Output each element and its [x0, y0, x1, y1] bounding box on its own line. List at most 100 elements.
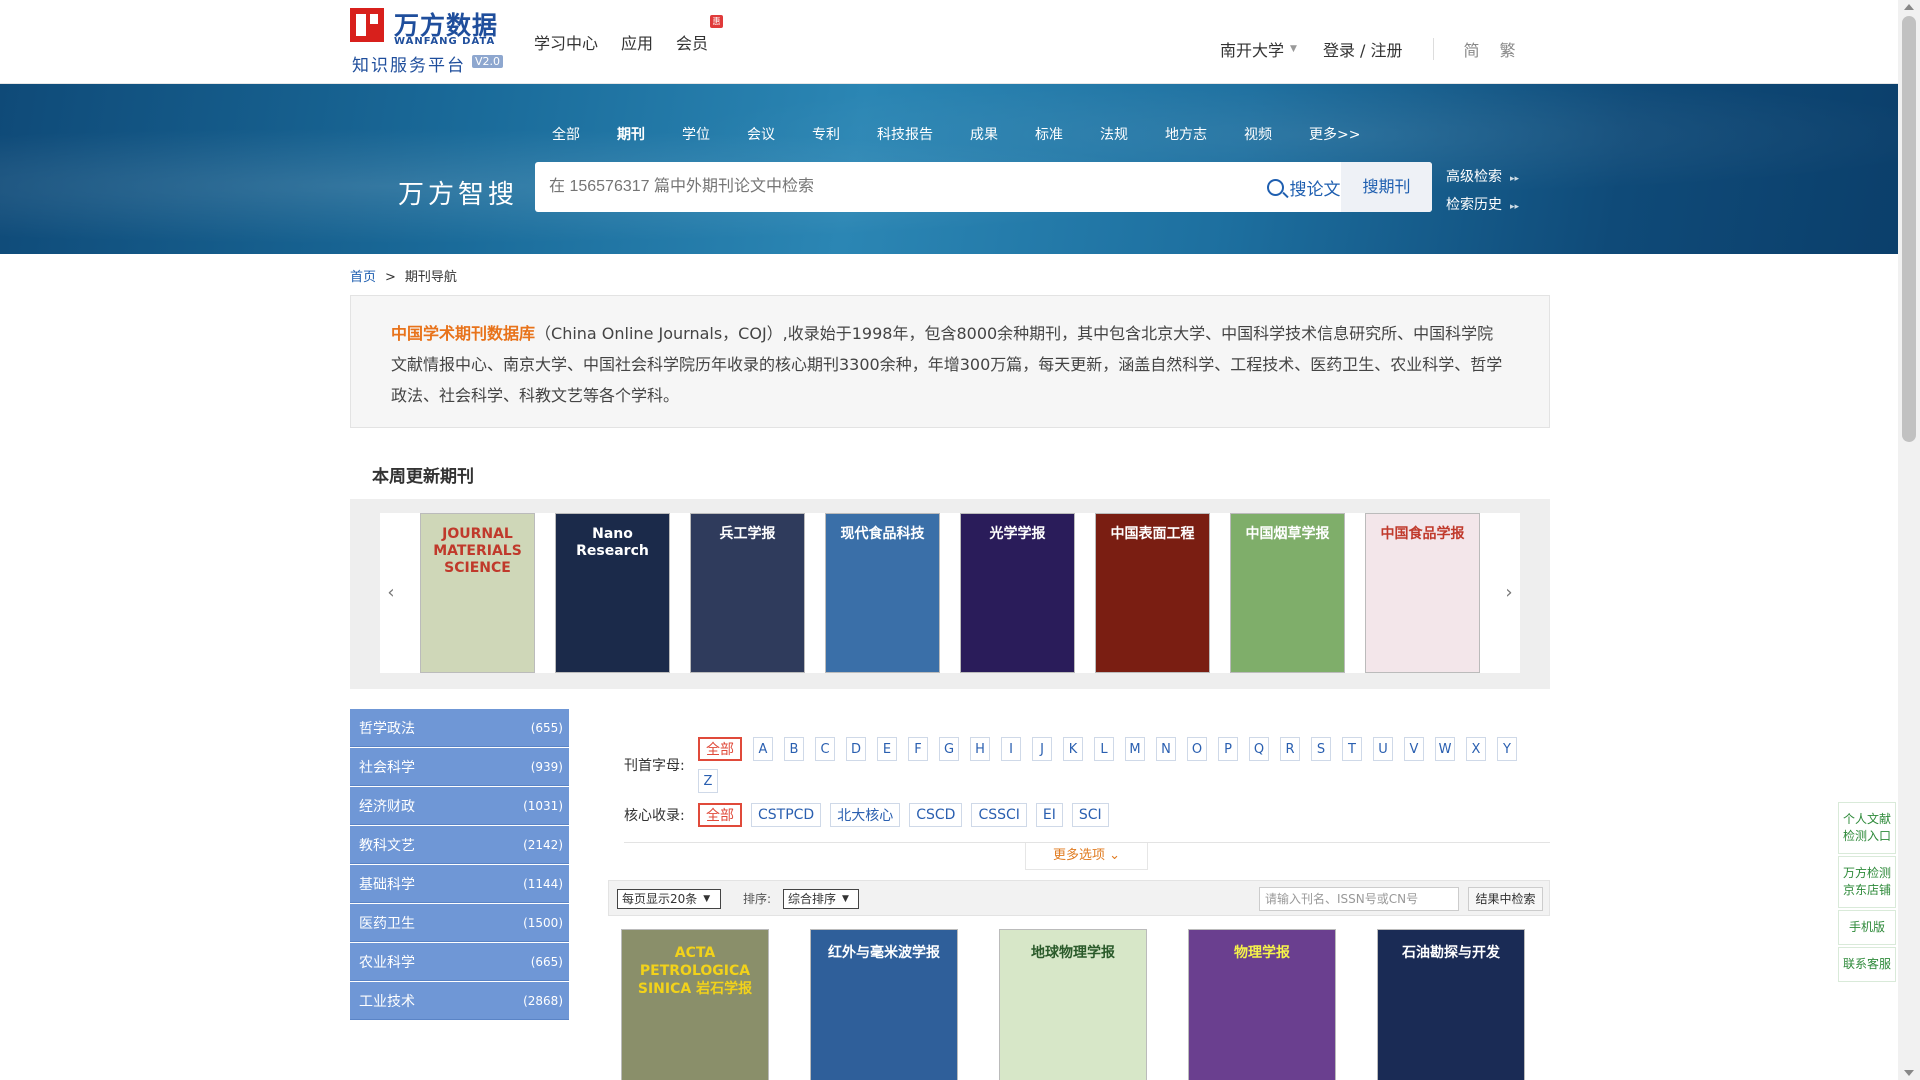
journal-cover[interactable]: 光学学报	[960, 513, 1075, 673]
result-journal-cover[interactable]: 红外与毫米波学报	[810, 929, 958, 1080]
chevron-down-icon[interactable]: ▼	[1290, 44, 1297, 54]
letter-filter-b[interactable]: B	[784, 737, 804, 761]
tab-patent[interactable]: 专利	[812, 124, 840, 144]
core-filter-item[interactable]: 北大核心	[830, 803, 901, 827]
in-result-search-input[interactable]: 请输入刊名、ISSN号或CN号	[1259, 887, 1459, 911]
letter-filter-l[interactable]: L	[1094, 737, 1114, 761]
sidebar-item[interactable]: 农业科学 (665)	[350, 943, 569, 981]
search-input[interactable]	[549, 162, 1229, 212]
result-journal-cover[interactable]: 地球物理学报	[999, 929, 1147, 1080]
journal-cover[interactable]: JOURNAL MATERIALS SCIENCE	[420, 513, 535, 673]
search-history-link[interactable]: 检索历史 ▸▸	[1446, 192, 1519, 220]
result-journal-cover[interactable]: 石油勘探与开发	[1377, 929, 1525, 1080]
sort-label: 排序:	[743, 892, 772, 906]
journal-cover[interactable]: 中国烟草学报	[1230, 513, 1345, 673]
letter-filter-g[interactable]: G	[939, 737, 959, 761]
core-filter-item[interactable]: SCI	[1071, 803, 1109, 827]
institution-selector[interactable]: 南开大学	[1220, 37, 1284, 61]
tab-journal[interactable]: 期刊	[617, 124, 645, 144]
core-filter-item[interactable]: CSSCI	[971, 803, 1027, 827]
letter-filter-m[interactable]: M	[1125, 737, 1145, 761]
core-filter-item[interactable]: EI	[1035, 803, 1063, 827]
letter-filter-v[interactable]: V	[1404, 737, 1424, 761]
tab-conference[interactable]: 会议	[747, 124, 775, 144]
letter-filter-h[interactable]: H	[970, 737, 990, 761]
sort-select[interactable]: 综合排序 ▼	[783, 889, 859, 909]
result-journal-cover[interactable]: ACTA PETROLOGICA SINICA 岩石学报	[621, 929, 769, 1080]
letter-filter-y[interactable]: Y	[1497, 737, 1517, 761]
journal-cover[interactable]: Nano Research	[555, 513, 670, 673]
sidebar-item[interactable]: 工业技术 (2868)	[350, 982, 569, 1020]
sidebar-item[interactable]: 哲学政法 (655)	[350, 709, 569, 747]
letter-filter-r[interactable]: R	[1280, 737, 1300, 761]
member-badge: 惠	[710, 15, 723, 28]
advanced-search-link[interactable]: 高级检索 ▸▸	[1446, 164, 1519, 192]
float-link[interactable]: 联系客服	[1838, 947, 1896, 982]
sidebar-item[interactable]: 医药卫生 (1500)	[350, 904, 569, 942]
letter-filter-n[interactable]: N	[1156, 737, 1176, 761]
breadcrumb-home[interactable]: 首页	[350, 270, 376, 285]
tab-achievement[interactable]: 成果	[970, 124, 998, 144]
sidebar-item[interactable]: 社会科学 (939)	[350, 748, 569, 786]
result-journal-cover[interactable]: 物理学报	[1188, 929, 1336, 1080]
in-result-search-button[interactable]: 结果中检索	[1468, 887, 1543, 911]
per-page-select[interactable]: 每页显示20条 ▼	[617, 889, 721, 909]
lang-traditional[interactable]: 繁	[1500, 37, 1516, 61]
database-name-link[interactable]: 中国学术期刊数据库	[391, 324, 535, 343]
sidebar-item[interactable]: 教科文艺 (2142)	[350, 826, 569, 864]
letter-filter-s[interactable]: S	[1311, 737, 1331, 761]
tab-standard[interactable]: 标准	[1035, 124, 1063, 144]
scroll-down-arrow-icon[interactable]	[1904, 1070, 1914, 1076]
lang-simplified[interactable]: 简	[1464, 37, 1480, 61]
letter-filter-k[interactable]: K	[1063, 737, 1083, 761]
tab-all[interactable]: 全部	[552, 124, 580, 144]
more-options-button[interactable]: 更多选项 ⌄	[1025, 843, 1148, 870]
letter-filter-x[interactable]: X	[1466, 737, 1486, 761]
letter-filter-t[interactable]: T	[1342, 737, 1362, 761]
letter-filter-i[interactable]: I	[1001, 737, 1021, 761]
float-link[interactable]: 手机版	[1838, 910, 1896, 945]
core-filter-item[interactable]: CSTPCD	[751, 803, 822, 827]
journal-cover[interactable]: 现代食品科技	[825, 513, 940, 673]
tab-local-chronicle[interactable]: 地方志	[1165, 124, 1207, 144]
logo[interactable]: 万方数据 WANFANG DATA 知识服务平台 V2.0	[350, 8, 504, 76]
tab-more[interactable]: 更多>>	[1309, 124, 1360, 144]
nav-member[interactable]: 会员	[676, 30, 708, 54]
search-journal-button[interactable]: 搜期刊	[1341, 162, 1432, 212]
main-nav: 学习中心 应用 会员	[534, 30, 708, 54]
letter-filter-u[interactable]: U	[1373, 737, 1393, 761]
tab-regulation[interactable]: 法规	[1100, 124, 1128, 144]
float-link[interactable]: 个人文献检测入口	[1838, 802, 1896, 854]
letter-filter-p[interactable]: P	[1218, 737, 1238, 761]
tab-degree[interactable]: 学位	[682, 124, 710, 144]
scroll-thumb[interactable]	[1902, 16, 1916, 442]
nav-learning-center[interactable]: 学习中心	[534, 30, 598, 54]
letter-filter-c[interactable]: C	[815, 737, 835, 761]
letter-filter-a[interactable]: A	[753, 737, 773, 761]
tab-tech-report[interactable]: 科技报告	[877, 124, 933, 144]
sidebar-item[interactable]: 基础科学 (1144)	[350, 865, 569, 903]
scrollbar[interactable]	[1898, 0, 1920, 1080]
carousel-next-button[interactable]: ›	[1498, 513, 1520, 673]
letter-filter-d[interactable]: D	[846, 737, 866, 761]
journal-cover[interactable]: 兵工学报	[690, 513, 805, 673]
journal-cover[interactable]: 中国表面工程	[1095, 513, 1210, 673]
letter-filter-e[interactable]: E	[877, 737, 897, 761]
letter-filter-f[interactable]: F	[908, 737, 928, 761]
journal-cover[interactable]: 中国食品学报	[1365, 513, 1480, 673]
sidebar-item[interactable]: 经济财政 (1031)	[350, 787, 569, 825]
carousel-prev-button[interactable]: ‹	[380, 513, 402, 673]
letter-filter-j[interactable]: J	[1032, 737, 1052, 761]
core-filter-item[interactable]: 全部	[698, 803, 742, 827]
letter-filter-q[interactable]: Q	[1249, 737, 1269, 761]
letter-filter-w[interactable]: W	[1435, 737, 1455, 761]
float-link[interactable]: 万方检测京东店铺	[1838, 856, 1896, 908]
letter-filter-z[interactable]: Z	[698, 769, 718, 793]
tab-video[interactable]: 视频	[1244, 124, 1272, 144]
letter-filter-o[interactable]: O	[1187, 737, 1207, 761]
letter-filter-all[interactable]: 全部	[698, 737, 742, 761]
scroll-up-arrow-icon[interactable]	[1904, 4, 1914, 10]
nav-apps[interactable]: 应用	[621, 30, 653, 54]
core-filter-item[interactable]: CSCD	[909, 803, 963, 827]
login-register-link[interactable]: 登录 / 注册	[1323, 37, 1403, 61]
